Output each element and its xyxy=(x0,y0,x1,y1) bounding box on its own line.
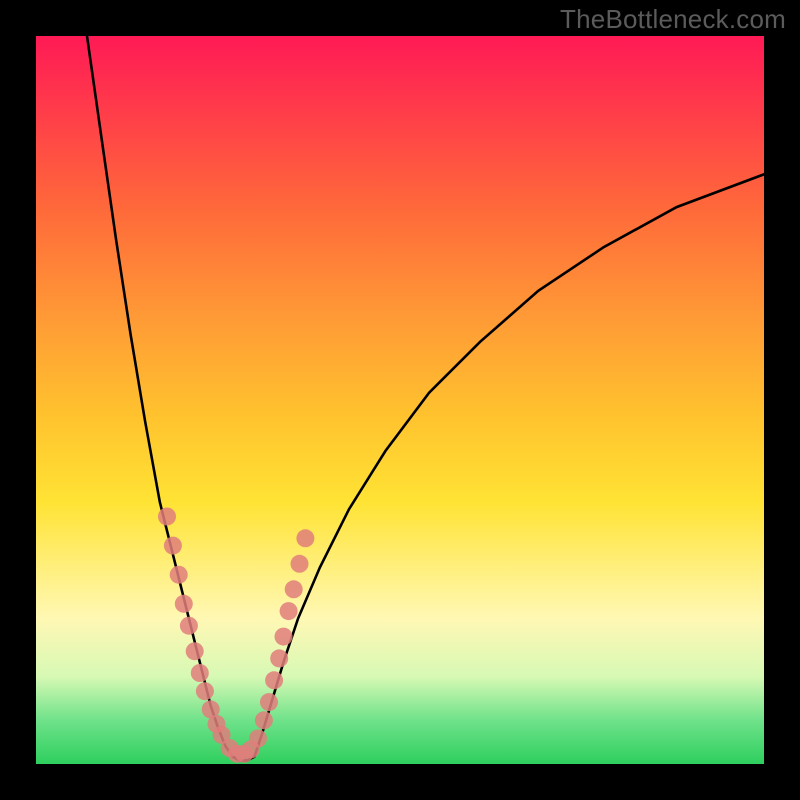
scatter-dot xyxy=(164,537,182,555)
scatter-dot xyxy=(249,730,267,748)
scatter-dot xyxy=(170,566,188,584)
scatter-dot xyxy=(291,555,309,573)
chart-frame: TheBottleneck.com xyxy=(0,0,800,800)
scatter-dot xyxy=(296,529,314,547)
scatter-dot xyxy=(196,682,214,700)
scatter-dot xyxy=(275,628,293,646)
scatter-dot xyxy=(186,642,204,660)
scatter-dot xyxy=(158,508,176,526)
chart-plot-area xyxy=(36,36,764,764)
scatter-dot xyxy=(191,664,209,682)
scatter-dot xyxy=(265,671,283,689)
chart-svg xyxy=(36,36,764,764)
scatter-dot xyxy=(175,595,193,613)
watermark-text: TheBottleneck.com xyxy=(560,4,786,35)
scatter-dot xyxy=(235,745,253,763)
scatter-dot xyxy=(260,693,278,711)
scatter-dot xyxy=(285,580,303,598)
scatter-dot xyxy=(280,602,298,620)
scatter-layer xyxy=(158,508,314,763)
scatter-dot xyxy=(270,649,288,667)
scatter-dot xyxy=(255,711,273,729)
scatter-dot xyxy=(180,617,198,635)
